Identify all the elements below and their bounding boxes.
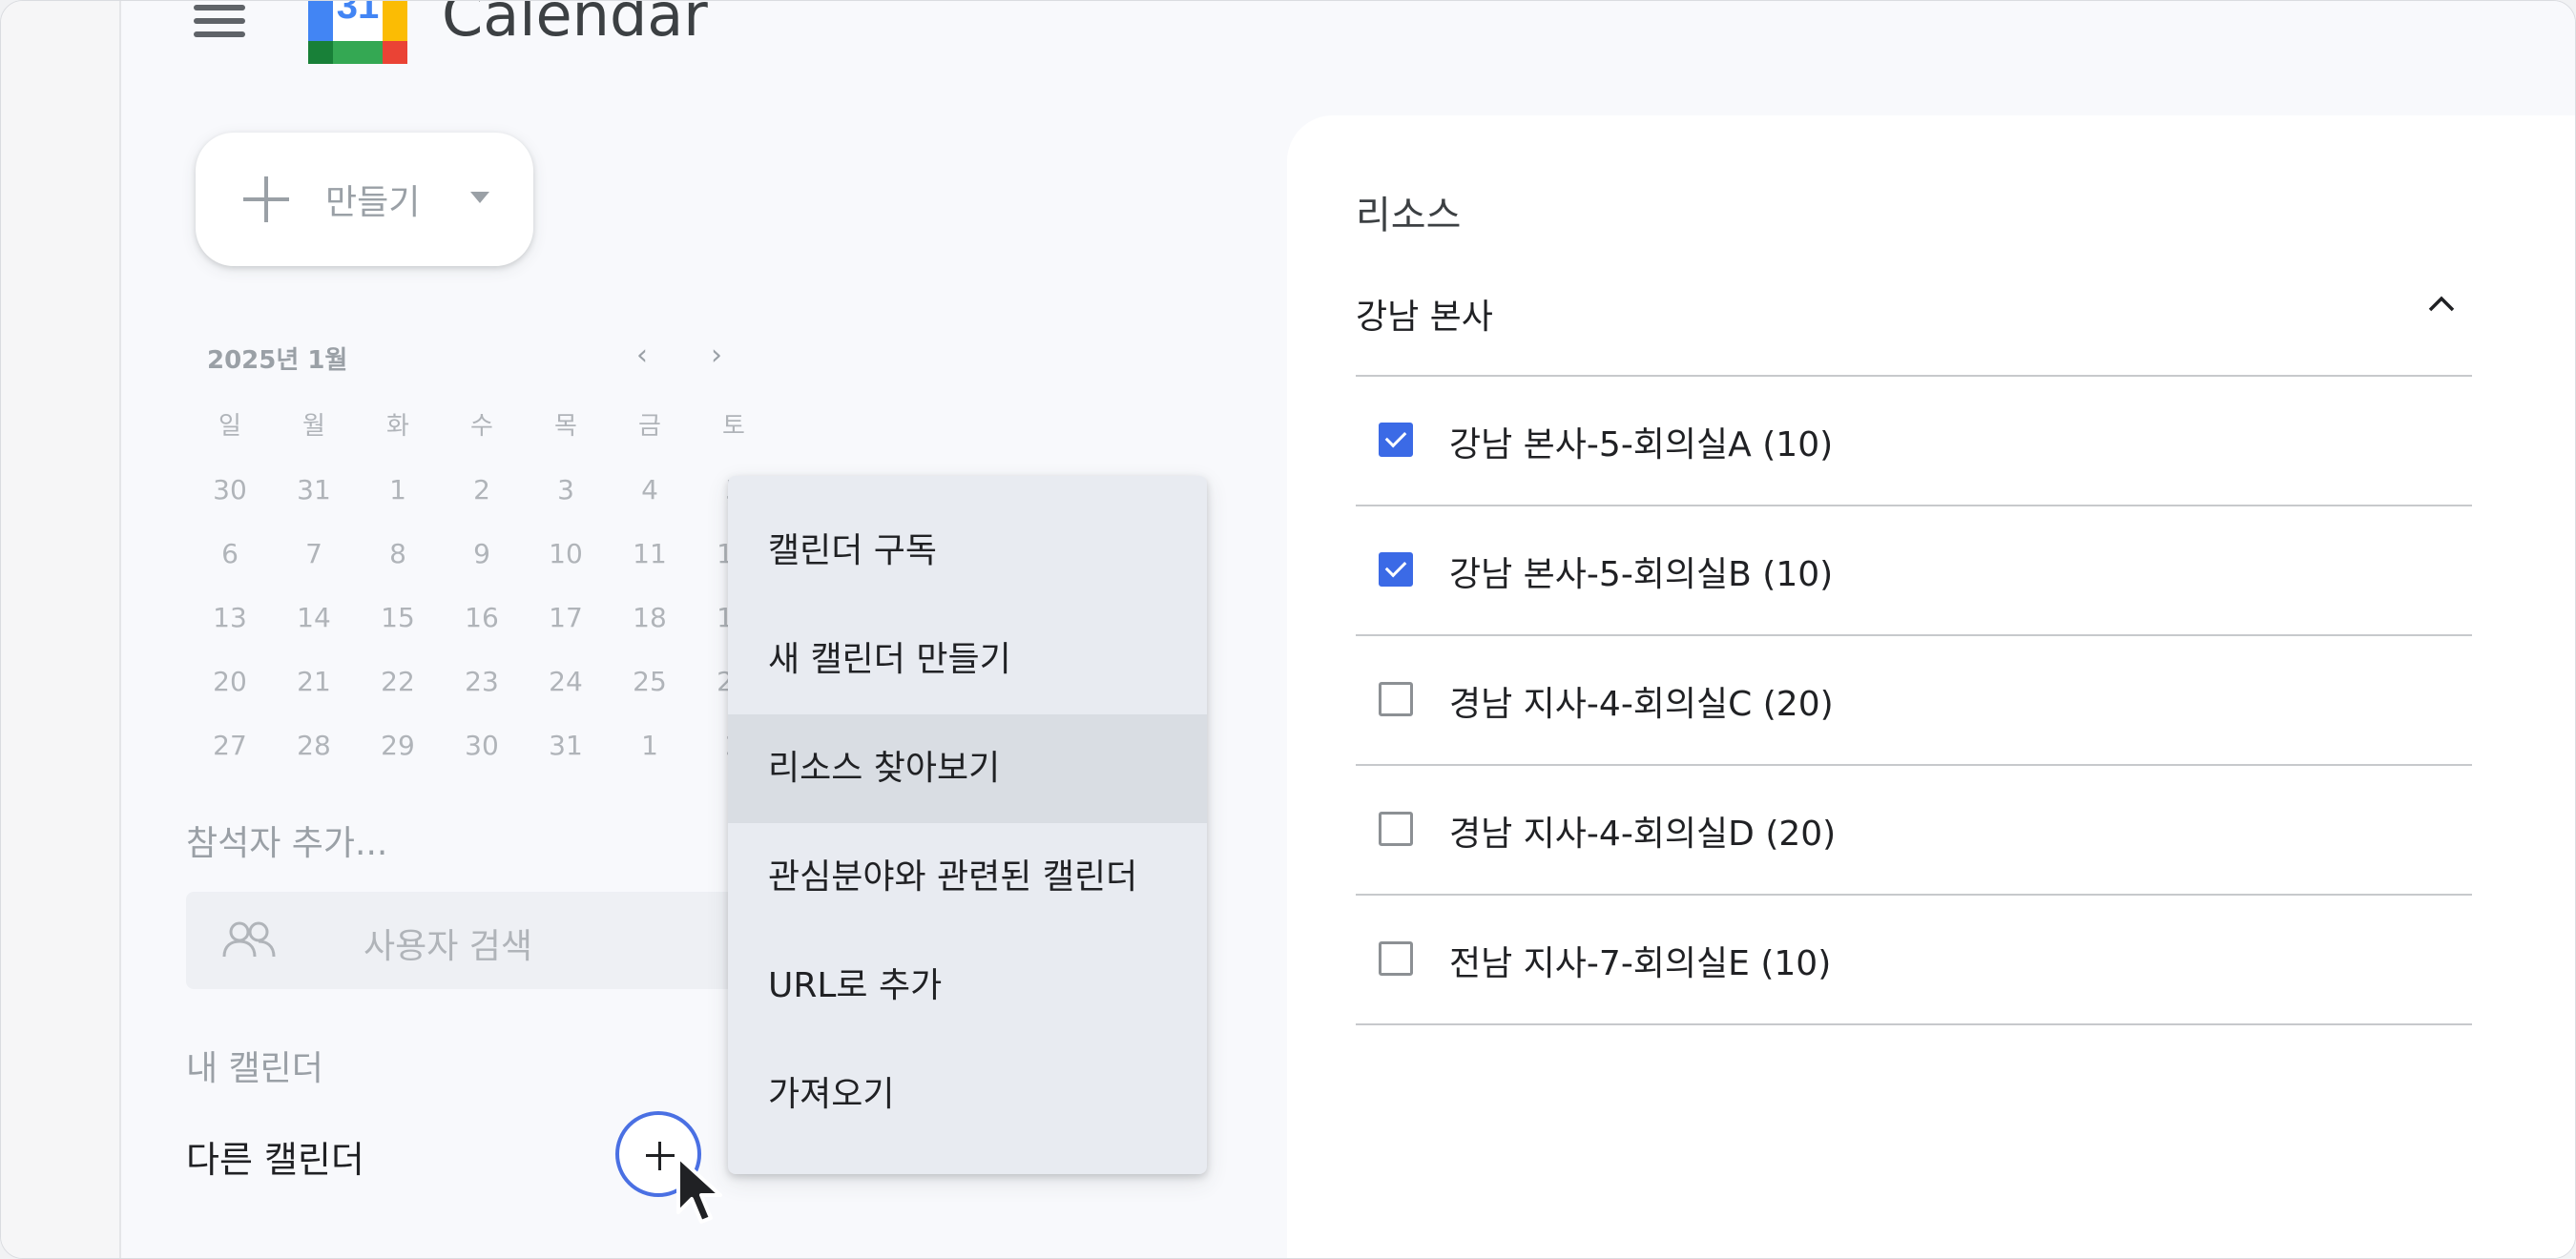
people-icon [222,921,276,958]
create-button[interactable]: 만들기 [196,133,533,266]
mini-calendar-day[interactable]: 31 [524,727,608,791]
mini-calendar-day[interactable]: 15 [356,599,440,663]
mini-calendar-day[interactable]: 4 [608,471,692,535]
resource-checkbox[interactable] [1379,423,1413,457]
user-search-placeholder: 사용자 검색 [364,927,533,966]
mini-calendar-week: 13141516171819 [188,599,783,663]
mini-calendar-day[interactable]: 24 [524,663,608,727]
resource-label: 강남 본사-5-회의실A (10) [1449,425,1834,464]
menu-item[interactable]: 가져오기 [728,1041,1207,1149]
mini-calendar-week: 272829303112 [188,727,783,791]
mini-calendar-day[interactable]: 30 [440,727,524,791]
menu-item[interactable]: 새 캘린더 만들기 [728,606,1207,714]
resource-checkbox[interactable] [1379,941,1413,976]
mini-calendar-day[interactable]: 13 [188,599,272,663]
resource-group-name: 강남 본사 [1356,298,1493,337]
create-button-label: 만들기 [325,183,421,222]
mini-calendar-month: 2025년 1월 [207,346,348,375]
resource-group-header[interactable]: 강남 본사 [1356,257,2472,377]
plus-icon [241,175,291,224]
resource-row[interactable]: 강남 본사-5-회의실B (10) [1356,506,2472,636]
mini-calendar-day[interactable]: 1 [608,727,692,791]
mini-calendar-day[interactable]: 27 [188,727,272,791]
resource-label: 경남 지사-4-회의실D (20) [1449,815,1837,854]
menu-item[interactable]: URL로 추가 [728,932,1207,1041]
mini-calendar-week: 20212223242526 [188,663,783,727]
add-guests-label: 참석자 추가... [186,824,388,863]
resource-checkbox[interactable] [1379,812,1413,846]
weekday-label: 월 [302,412,325,441]
mini-calendar-day[interactable]: 28 [272,727,356,791]
weekday-label: 화 [386,412,409,441]
mini-calendar-day[interactable]: 6 [188,535,272,599]
menu-item[interactable]: 관심분야와 관련된 캘린더 [728,823,1207,932]
weekday-label: 수 [470,412,493,441]
caret-down-icon [470,192,489,203]
weekday-label: 일 [218,412,241,441]
resources-title: 리소스 [1356,194,1462,237]
mini-calendar-day[interactable]: 18 [608,599,692,663]
resource-row[interactable]: 경남 지사-4-회의실D (20) [1356,766,2472,896]
user-search-input[interactable]: 사용자 검색 [186,892,778,989]
weekday-label: 토 [722,412,745,441]
weekday-header-row: 일월화수목금토 [188,407,783,471]
mini-calendar-grid: 일월화수목금토303112345678910111213141516171819… [188,407,783,791]
mini-calendar-week: 6789101112 [188,535,783,599]
mini-calendar-day[interactable]: 21 [272,663,356,727]
mini-calendar-day[interactable]: 10 [524,535,608,599]
mini-calendar-day[interactable]: 9 [440,535,524,599]
mini-calendar-day[interactable]: 20 [188,663,272,727]
mini-calendar-day[interactable]: 30 [188,471,272,535]
other-calendars-heading[interactable]: 다른 캘린더 [186,1130,364,1183]
add-calendar-menu: 캘린더 구독 새 캘린더 만들기 리소스 찾아보기 관심분야와 관련된 캘린더 URL로… [728,476,1207,1174]
main-menu-icon[interactable] [194,5,245,37]
menu-item[interactable]: 캘린더 구독 [728,497,1207,606]
weekday-label: 금 [638,412,661,441]
mini-calendar-day[interactable]: 22 [356,663,440,727]
mini-calendar-day[interactable]: 16 [440,599,524,663]
app-title: Calendar [442,0,708,50]
mini-calendar-day[interactable]: 29 [356,727,440,791]
mouse-cursor-icon [676,1155,722,1224]
mini-calendar-day[interactable]: 2 [440,471,524,535]
resource-row[interactable]: 강남 본사-5-회의실A (10) [1356,377,2472,506]
mini-calendar-day[interactable]: 1 [356,471,440,535]
weekday-label: 목 [554,412,577,441]
mini-calendar-day[interactable]: 11 [608,535,692,599]
my-calendars-heading[interactable]: 내 캘린더 [186,1041,323,1090]
resource-label: 경남 지사-4-회의실C (20) [1449,685,1834,724]
mini-calendar-week: 303112345 [188,471,783,535]
left-strip [1,1,121,1258]
mini-calendar-day[interactable]: 23 [440,663,524,727]
chevron-left-icon[interactable]: ‹ [625,339,659,373]
mini-calendar-day[interactable]: 17 [524,599,608,663]
resource-checkbox[interactable] [1379,682,1413,716]
logo-text: 31 [337,0,380,27]
chevron-up-icon[interactable] [2422,285,2461,323]
chevron-right-icon[interactable]: › [699,339,734,373]
resource-label: 전남 지사-7-회의실E (10) [1449,944,1832,983]
mini-calendar-day[interactable]: 3 [524,471,608,535]
resource-row[interactable]: 경남 지사-4-회의실C (20) [1356,636,2472,766]
resource-list: 강남 본사-5-회의실A (10) 강남 본사-5-회의실B (10) 경남 지사-… [1356,377,2472,1025]
resources-panel: 리소스 강남 본사 강남 본사-5-회의실A (10) 강남 본사-5-회의실B … [1287,115,2575,1258]
resource-row[interactable]: 전남 지사-7-회의실E (10) [1356,896,2472,1025]
mini-calendar-day[interactable]: 14 [272,599,356,663]
calendar-app: 31 Calendar 만들기 2025년 1월 ‹ › 일 월 화 수 목 금 토 30 31… [121,1,2575,1258]
mini-calendar-day[interactable]: 8 [356,535,440,599]
calendar-logo-icon: 31 [308,0,407,64]
resource-label: 강남 본사-5-회의실B (10) [1449,555,1834,594]
menu-item[interactable]: 리소스 찾아보기 [728,714,1207,823]
window-frame: 31 Calendar 만들기 2025년 1월 ‹ › 일 월 화 수 목 금 토 30 31… [0,0,2576,1259]
resource-checkbox[interactable] [1379,552,1413,587]
mini-calendar-day[interactable]: 25 [608,663,692,727]
mini-calendar-day[interactable]: 7 [272,535,356,599]
mini-calendar-day[interactable]: 31 [272,471,356,535]
